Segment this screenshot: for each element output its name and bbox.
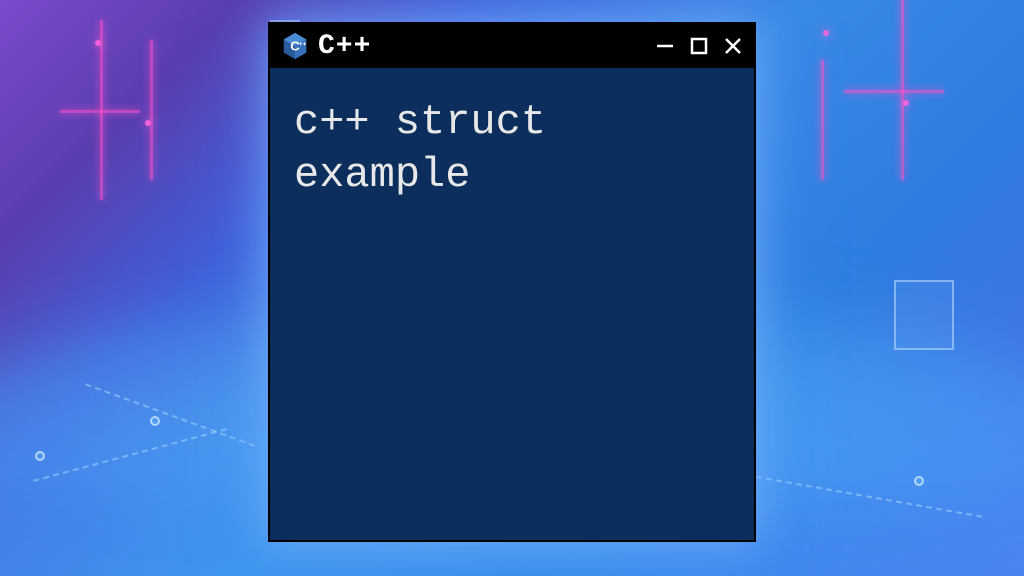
svg-text:+: + — [302, 41, 306, 48]
terminal-window: C + + C++ c++ struct example — [268, 22, 756, 542]
titlebar[interactable]: C + + C++ — [270, 24, 754, 68]
minimize-button[interactable] — [654, 35, 676, 57]
window-controls — [654, 35, 744, 57]
terminal-content: c++ struct example — [294, 96, 730, 201]
close-button[interactable] — [722, 35, 744, 57]
cpp-logo-icon: C + + — [280, 31, 310, 61]
terminal-body[interactable]: c++ struct example — [270, 68, 754, 540]
window-title: C++ — [318, 31, 646, 62]
maximize-button[interactable] — [688, 35, 710, 57]
